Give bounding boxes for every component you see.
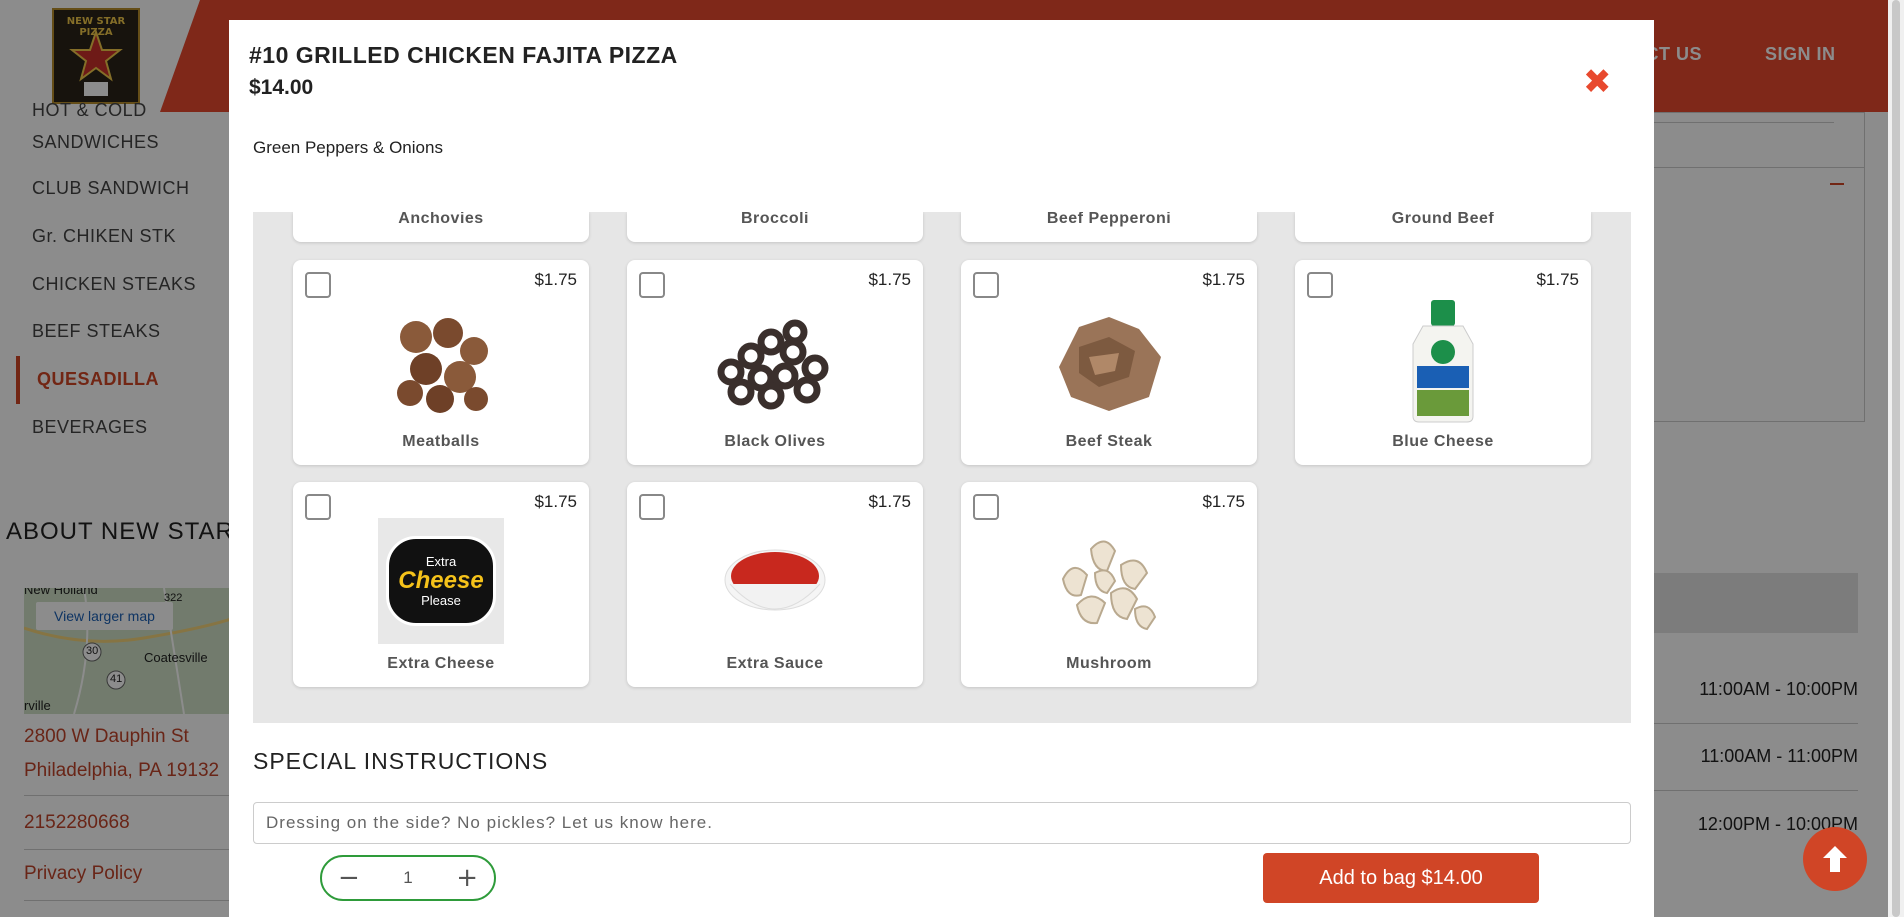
extra-sauce-icon	[711, 520, 839, 648]
scroll-to-top-button[interactable]	[1803, 827, 1867, 891]
option-price: $1.75	[868, 492, 911, 511]
extra-cheese-img-line2: Cheese	[398, 567, 484, 594]
increment-button[interactable]: +	[456, 865, 478, 891]
quantity-value[interactable]: 1	[403, 868, 412, 888]
meatballs-icon	[377, 298, 505, 426]
option-name: Broccoli	[740, 212, 809, 227]
option-name: Mushroom	[1066, 655, 1152, 672]
option-name: Anchovies	[398, 212, 484, 227]
item-description: Green Peppers & Onions	[253, 138, 443, 157]
close-icon[interactable]: ✖	[1583, 62, 1612, 102]
option-checkbox[interactable]	[305, 494, 331, 520]
add-to-bag-button[interactable]: Add to bag $14.00	[1263, 853, 1539, 903]
option-name: Extra Cheese	[387, 655, 495, 672]
option-card[interactable]: Beef Pepperoni	[961, 212, 1257, 242]
option-price: $1.75	[1536, 270, 1579, 289]
option-name: Black Olives	[724, 433, 826, 450]
item-modal: #10 GRILLED CHICKEN FAJITA PIZZA $14.00 …	[229, 20, 1654, 917]
extra-cheese-icon: Extra Cheese Please	[378, 518, 504, 644]
special-instructions-input[interactable]	[253, 802, 1631, 844]
option-name: Meatballs	[402, 433, 480, 450]
special-instructions-title: SPECIAL INSTRUCTIONS	[253, 748, 549, 774]
option-price: $1.75	[868, 270, 911, 289]
option-price: $1.75	[1202, 270, 1245, 289]
option-name: Beef Pepperoni	[1046, 212, 1172, 227]
extra-cheese-img-line3: Please	[421, 593, 461, 608]
option-card[interactable]: Ground Beef	[1295, 212, 1591, 242]
option-card-blue-cheese[interactable]: $1.75 Blue Cheese	[1295, 260, 1591, 465]
option-card[interactable]: Anchovies	[293, 212, 589, 242]
item-price: $14.00	[249, 76, 314, 99]
option-price: $1.75	[534, 492, 577, 511]
option-checkbox[interactable]	[639, 494, 665, 520]
toppings-grid: Anchovies Broccoli Beef Pepperoni Ground…	[253, 212, 1631, 723]
option-card-meatballs[interactable]: $1.75 Meatballs	[293, 260, 589, 465]
mushroom-icon	[1045, 520, 1173, 648]
option-checkbox[interactable]	[1307, 272, 1333, 298]
blue-cheese-dressing-icon	[1379, 298, 1507, 426]
option-name: Ground Beef	[1391, 212, 1495, 227]
option-price: $1.75	[534, 270, 577, 289]
option-checkbox[interactable]	[973, 494, 999, 520]
option-card-extra-sauce[interactable]: $1.75 Extra Sauce	[627, 482, 923, 687]
arrow-up-icon	[1823, 846, 1847, 872]
option-checkbox[interactable]	[639, 272, 665, 298]
option-name: Extra Sauce	[726, 655, 824, 672]
option-card[interactable]: Broccoli	[627, 212, 923, 242]
black-olives-icon	[711, 298, 839, 426]
option-card-black-olives[interactable]: $1.75 Black Olives	[627, 260, 923, 465]
option-name: Beef Steak	[1065, 433, 1153, 450]
option-checkbox[interactable]	[973, 272, 999, 298]
option-checkbox[interactable]	[305, 272, 331, 298]
option-price: $1.75	[1202, 492, 1245, 511]
option-card-mushroom[interactable]: $1.75 Mushroom	[961, 482, 1257, 687]
item-title: #10 GRILLED CHICKEN FAJITA PIZZA	[249, 42, 678, 68]
quantity-stepper: − 1 +	[320, 855, 496, 901]
option-card-extra-cheese[interactable]: $1.75 Extra Cheese Please Extra Cheese	[293, 482, 589, 687]
scrollbar-thumb[interactable]	[1892, 0, 1900, 917]
page-scrollbar[interactable]	[1888, 0, 1904, 917]
option-name: Blue Cheese	[1392, 433, 1494, 450]
option-card-beef-steak[interactable]: $1.75 Beef Steak	[961, 260, 1257, 465]
beef-steak-icon	[1045, 298, 1173, 426]
decrement-button[interactable]: −	[338, 865, 360, 891]
